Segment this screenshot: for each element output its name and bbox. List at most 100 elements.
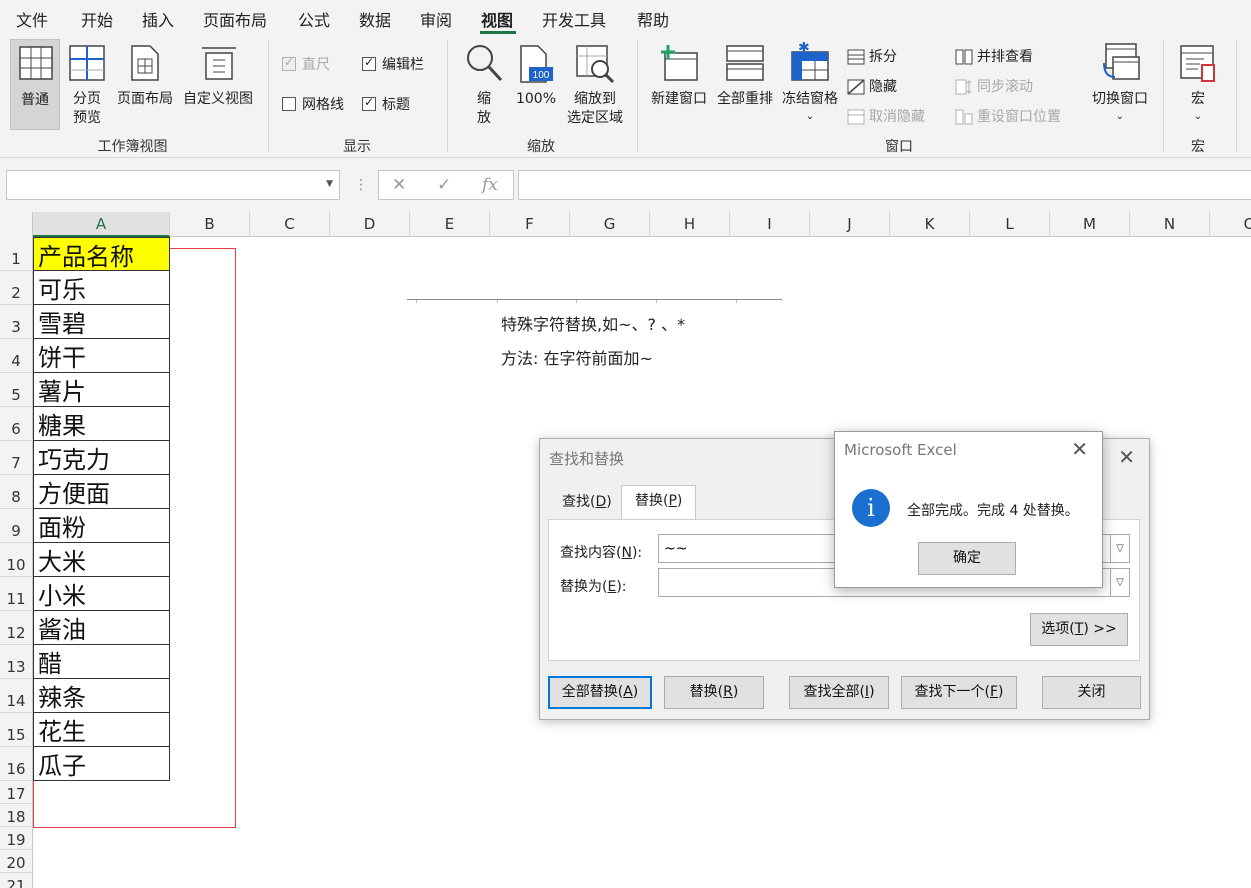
- formula-bar-checkbox[interactable]: 编辑栏: [362, 54, 424, 74]
- row-header[interactable]: 2: [0, 271, 33, 305]
- row-header[interactable]: 12: [0, 611, 33, 645]
- header-cell[interactable]: 产品名称: [33, 237, 170, 271]
- column-header[interactable]: L: [970, 212, 1050, 237]
- row-header[interactable]: 8: [0, 475, 33, 509]
- table-cell[interactable]: 糖果: [33, 407, 170, 441]
- page-layout-view-button[interactable]: 页面布局: [113, 39, 177, 130]
- arrange-all-button[interactable]: 全部重排: [713, 39, 777, 130]
- chevron-down-icon[interactable]: ▼: [326, 179, 333, 189]
- gridlines-checkbox[interactable]: 网格线: [282, 94, 344, 114]
- menu-home[interactable]: 开始: [81, 7, 113, 31]
- row-header[interactable]: 18: [0, 804, 33, 827]
- table-cell[interactable]: 瓜子: [33, 747, 170, 781]
- row-header[interactable]: 4: [0, 339, 33, 373]
- row-header[interactable]: 13: [0, 645, 33, 679]
- close-icon[interactable]: ✕: [1071, 437, 1088, 461]
- find-next-button[interactable]: 查找下一个(F): [901, 676, 1017, 709]
- chevron-down-icon[interactable]: ▽: [1110, 534, 1130, 563]
- new-window-button[interactable]: 新建窗口: [647, 39, 711, 130]
- custom-views-button[interactable]: 自定义视图: [179, 39, 257, 130]
- column-header[interactable]: E: [410, 212, 490, 237]
- close-button[interactable]: 关闭: [1042, 676, 1141, 709]
- reset-window-position-button[interactable]: 重设窗口位置: [955, 106, 1061, 126]
- macros-button[interactable]: 宏 ⌄: [1175, 39, 1221, 130]
- ok-button[interactable]: 确定: [918, 542, 1016, 575]
- menu-formulas[interactable]: 公式: [298, 7, 330, 31]
- row-header[interactable]: 11: [0, 577, 33, 611]
- formula-input[interactable]: [518, 170, 1251, 200]
- table-cell[interactable]: 面粉: [33, 509, 170, 543]
- freeze-panes-button[interactable]: ✱ 冻结窗格 ⌄: [779, 39, 841, 130]
- row-header[interactable]: 9: [0, 509, 33, 543]
- row-header[interactable]: 3: [0, 305, 33, 339]
- switch-windows-button[interactable]: 切换窗口 ⌄: [1087, 39, 1153, 130]
- insert-function-icon[interactable]: fx: [482, 175, 498, 195]
- row-header[interactable]: 19: [0, 827, 33, 850]
- replace-button[interactable]: 替换(R): [664, 676, 764, 709]
- table-cell[interactable]: 雪碧: [33, 305, 170, 339]
- row-header[interactable]: 20: [0, 850, 33, 873]
- name-box[interactable]: ▼: [6, 170, 340, 200]
- row-header[interactable]: 1: [0, 237, 33, 271]
- row-header[interactable]: 21: [0, 873, 33, 888]
- page-break-preview-button[interactable]: 分页 预览: [64, 39, 110, 130]
- table-cell[interactable]: 辣条: [33, 679, 170, 713]
- row-header[interactable]: 7: [0, 441, 33, 475]
- table-cell[interactable]: 巧克力: [33, 441, 170, 475]
- view-side-by-side-button[interactable]: 并排查看: [955, 46, 1033, 66]
- replace-all-button[interactable]: 全部替换(A): [548, 676, 652, 709]
- headings-checkbox[interactable]: 标题: [362, 94, 410, 114]
- split-button[interactable]: 拆分: [847, 46, 897, 66]
- table-cell[interactable]: 小米: [33, 577, 170, 611]
- menu-file[interactable]: 文件: [16, 7, 48, 31]
- enter-icon[interactable]: ✓: [437, 175, 451, 195]
- menu-developer[interactable]: 开发工具: [542, 7, 606, 31]
- find-all-button[interactable]: 查找全部(I): [789, 676, 889, 709]
- column-header[interactable]: G: [570, 212, 650, 237]
- table-cell[interactable]: 薯片: [33, 373, 170, 407]
- table-cell[interactable]: 花生: [33, 713, 170, 747]
- tab-replace[interactable]: 替换(P): [621, 485, 697, 519]
- options-button[interactable]: 选项(T) >>: [1030, 613, 1128, 646]
- table-cell[interactable]: 大米: [33, 543, 170, 577]
- hide-button[interactable]: 隐藏: [847, 76, 897, 96]
- column-header[interactable]: N: [1130, 212, 1210, 237]
- menu-view[interactable]: 视图: [481, 7, 513, 31]
- column-header[interactable]: D: [330, 212, 410, 237]
- row-header[interactable]: 5: [0, 373, 33, 407]
- select-all-corner[interactable]: [0, 212, 33, 237]
- unhide-button[interactable]: 取消隐藏: [847, 106, 925, 126]
- row-header[interactable]: 16: [0, 747, 33, 781]
- menu-page-layout[interactable]: 页面布局: [203, 7, 267, 31]
- table-cell[interactable]: 可乐: [33, 271, 170, 305]
- table-cell[interactable]: 酱油: [33, 611, 170, 645]
- column-header[interactable]: B: [170, 212, 250, 237]
- column-header[interactable]: K: [890, 212, 970, 237]
- zoom-to-selection-button[interactable]: 缩放到 选定区域: [562, 39, 628, 130]
- column-header[interactable]: M: [1050, 212, 1130, 237]
- row-header[interactable]: 10: [0, 543, 33, 577]
- menu-data[interactable]: 数据: [359, 7, 391, 31]
- close-icon[interactable]: ✕: [1118, 445, 1135, 469]
- column-header[interactable]: O: [1210, 212, 1251, 237]
- zoom-100-button[interactable]: 100 100%: [512, 39, 560, 130]
- zoom-button[interactable]: 缩 放: [462, 39, 506, 130]
- chevron-down-icon[interactable]: ▽: [1110, 568, 1130, 597]
- row-header[interactable]: 6: [0, 407, 33, 441]
- ruler-checkbox[interactable]: 直尺: [282, 54, 330, 74]
- table-cell[interactable]: 方便面: [33, 475, 170, 509]
- column-header[interactable]: C: [250, 212, 330, 237]
- row-header[interactable]: 17: [0, 781, 33, 804]
- column-header[interactable]: I: [730, 212, 810, 237]
- tab-find[interactable]: 查找(D): [549, 487, 625, 519]
- row-header[interactable]: 14: [0, 679, 33, 713]
- cancel-icon[interactable]: ✕: [392, 175, 406, 195]
- menu-insert[interactable]: 插入: [142, 7, 174, 31]
- menu-review[interactable]: 审阅: [420, 7, 452, 31]
- column-header[interactable]: F: [490, 212, 570, 237]
- column-header[interactable]: H: [650, 212, 730, 237]
- table-cell[interactable]: 饼干: [33, 339, 170, 373]
- menu-help[interactable]: 帮助: [637, 7, 669, 31]
- column-header[interactable]: J: [810, 212, 890, 237]
- row-header[interactable]: 15: [0, 713, 33, 747]
